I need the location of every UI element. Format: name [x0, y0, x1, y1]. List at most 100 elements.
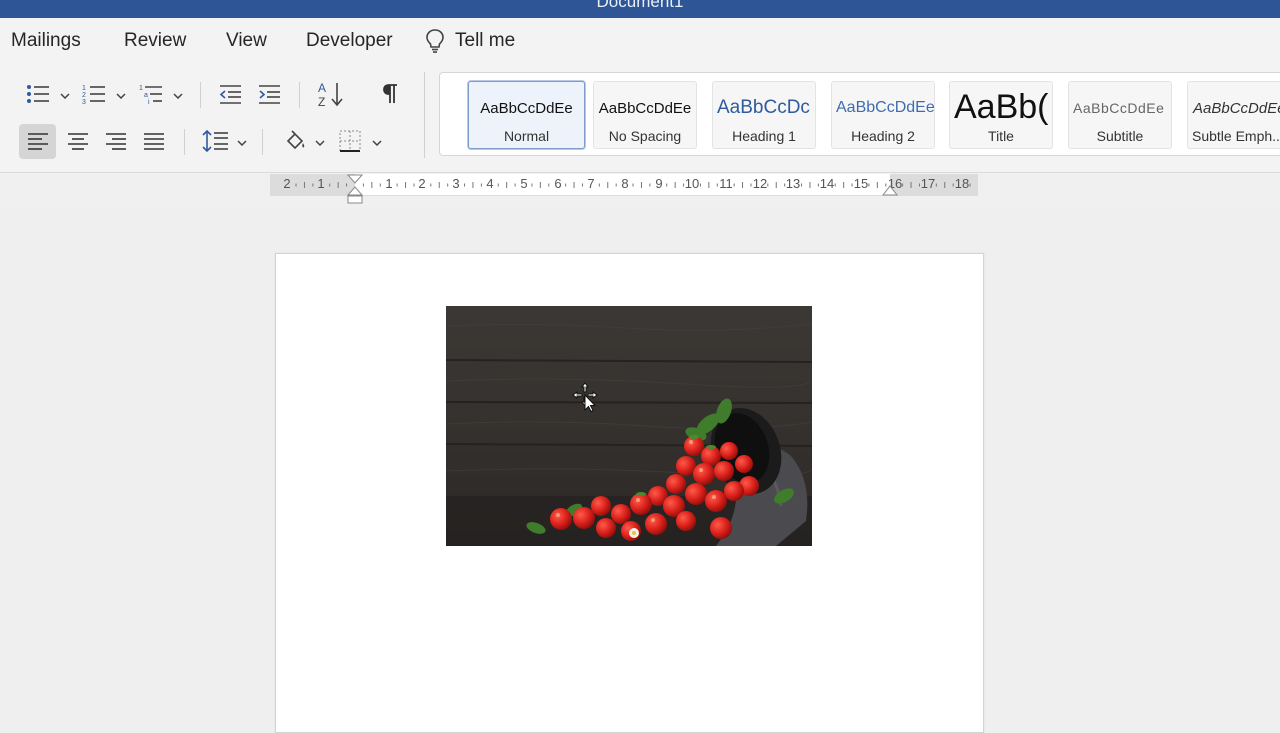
style-label: Normal: [503, 128, 550, 144]
lightbulb-icon: [425, 28, 445, 54]
ribbon-separator: [184, 129, 185, 155]
tab-view[interactable]: View: [226, 30, 267, 52]
align-left-button[interactable]: [19, 124, 56, 159]
ruler-number: 14: [819, 176, 835, 191]
chevron-down-icon: [173, 86, 183, 104]
style-label: Title: [988, 128, 1014, 144]
ruler-number: 5: [520, 176, 528, 191]
style-sample: AaBbCcDdEe: [1073, 100, 1165, 116]
tab-mailings[interactable]: Mailings: [11, 30, 81, 52]
move-cursor-icon: [572, 382, 602, 417]
line-spacing-dropdown[interactable]: [236, 137, 248, 147]
ruler-number: 18: [954, 176, 970, 191]
first-line-indent-marker[interactable]: [347, 174, 363, 204]
bullets-icon: [25, 82, 51, 106]
shading-button[interactable]: [281, 126, 309, 156]
numbering-button[interactable]: 123: [80, 80, 108, 108]
right-indent-marker[interactable]: [882, 182, 898, 196]
ruler-number: 17: [920, 176, 936, 191]
strawberries-image: [446, 306, 812, 546]
svg-text:Z: Z: [318, 95, 325, 109]
sort-icon: AZ: [315, 79, 345, 109]
svg-text:2: 2: [82, 92, 86, 99]
tell-me-box[interactable]: Tell me: [425, 28, 515, 54]
style-label: Subtle Emph...: [1192, 128, 1280, 144]
decrease-indent-icon: [217, 82, 243, 106]
borders-dropdown[interactable]: [371, 137, 383, 147]
increase-indent-icon: [256, 82, 282, 106]
style-no-spacing[interactable]: AaBbCcDdEe No Spacing: [593, 81, 697, 149]
ribbon-separator: [299, 82, 300, 108]
ruler-number: 3: [452, 176, 460, 191]
svg-text:i: i: [148, 99, 150, 106]
multilevel-list-button[interactable]: 1ai: [137, 80, 165, 108]
chevron-down-icon: [372, 133, 382, 151]
ruler-number: 11: [719, 176, 733, 191]
show-formatting-button[interactable]: [378, 80, 404, 108]
style-label: Heading 1: [732, 128, 796, 144]
style-sample: AaBbCcDdEe: [1193, 99, 1280, 117]
tab-developer[interactable]: Developer: [306, 30, 393, 52]
ribbon-tab-bar: Mailings Review View Developer Tell me: [0, 18, 1280, 64]
ruler-number: 1: [385, 176, 393, 191]
ribbon-bottom-border: [0, 172, 1280, 173]
document-page[interactable]: [275, 253, 984, 733]
style-sample: AaBbCcDc: [717, 97, 810, 118]
borders-button[interactable]: [336, 126, 364, 156]
tell-me-label: Tell me: [455, 30, 516, 51]
pilcrow-icon: [381, 82, 401, 106]
multilevel-list-icon: 1ai: [138, 82, 164, 106]
multilevel-list-dropdown[interactable]: [172, 90, 184, 100]
ribbon-group-separator: [424, 72, 425, 158]
style-sample: AaBbCcDdEe: [836, 99, 934, 116]
bullets-dropdown[interactable]: [59, 90, 71, 100]
align-center-button[interactable]: [64, 124, 92, 159]
ruler-number: 10: [684, 176, 700, 191]
style-heading-1[interactable]: AaBbCcDc Heading 1: [712, 81, 816, 149]
svg-text:1: 1: [139, 85, 143, 92]
style-heading-2[interactable]: AaBbCcDdEe Heading 2: [831, 81, 935, 149]
justify-icon: [142, 131, 166, 153]
numbering-icon: 123: [81, 82, 107, 106]
style-normal[interactable]: AaBbCcDdEe Normal: [468, 81, 585, 149]
sort-button[interactable]: AZ: [314, 78, 346, 110]
increase-indent-button[interactable]: [255, 80, 283, 108]
tab-review[interactable]: Review: [124, 30, 186, 52]
title-bar: Document1: [0, 0, 1280, 18]
inline-picture[interactable]: [446, 306, 812, 546]
style-subtle-emphasis[interactable]: AaBbCcDdEe Subtle Emph...: [1187, 81, 1280, 149]
ribbon-separator: [200, 82, 201, 108]
home-ribbon: 123 1ai AZ AaBbCcDdEe Normal AaBbCcDdEe …: [0, 64, 1280, 174]
ruler-number: 1: [317, 176, 325, 191]
ruler-number: 13: [785, 176, 801, 191]
ruler-number: 9: [655, 176, 663, 191]
align-right-button[interactable]: [102, 124, 130, 159]
decrease-indent-button[interactable]: [216, 80, 244, 108]
svg-text:A: A: [318, 81, 326, 95]
borders-icon: [338, 129, 362, 153]
chevron-down-icon: [315, 133, 325, 151]
align-right-icon: [104, 131, 128, 153]
svg-text:1: 1: [82, 85, 86, 92]
chevron-down-icon: [116, 86, 126, 104]
chevron-down-icon: [60, 86, 70, 104]
justify-button[interactable]: [140, 124, 168, 159]
ribbon-separator: [262, 129, 263, 155]
svg-text:a: a: [144, 92, 148, 99]
style-title[interactable]: AaBb( Title: [949, 81, 1053, 149]
line-spacing-icon: [201, 128, 229, 154]
ruler-number: 2: [283, 176, 291, 191]
line-spacing-button[interactable]: [200, 126, 230, 156]
ruler-number: 7: [587, 176, 595, 191]
ruler-number: 8: [621, 176, 629, 191]
shading-dropdown[interactable]: [314, 137, 326, 147]
bullets-button[interactable]: [24, 80, 52, 108]
style-label: Heading 2: [851, 128, 915, 144]
style-subtitle[interactable]: AaBbCcDdEe Subtitle: [1068, 81, 1172, 149]
numbering-dropdown[interactable]: [115, 90, 127, 100]
align-left-icon: [26, 131, 50, 153]
style-label: No Spacing: [608, 128, 682, 144]
document-title: Document1: [596, 0, 684, 11]
style-label: Subtitle: [1096, 128, 1144, 144]
horizontal-ruler[interactable]: 2 1 1 2 3 4 5 6 7 8 9 10 11 12 13 14 15 …: [270, 174, 978, 204]
